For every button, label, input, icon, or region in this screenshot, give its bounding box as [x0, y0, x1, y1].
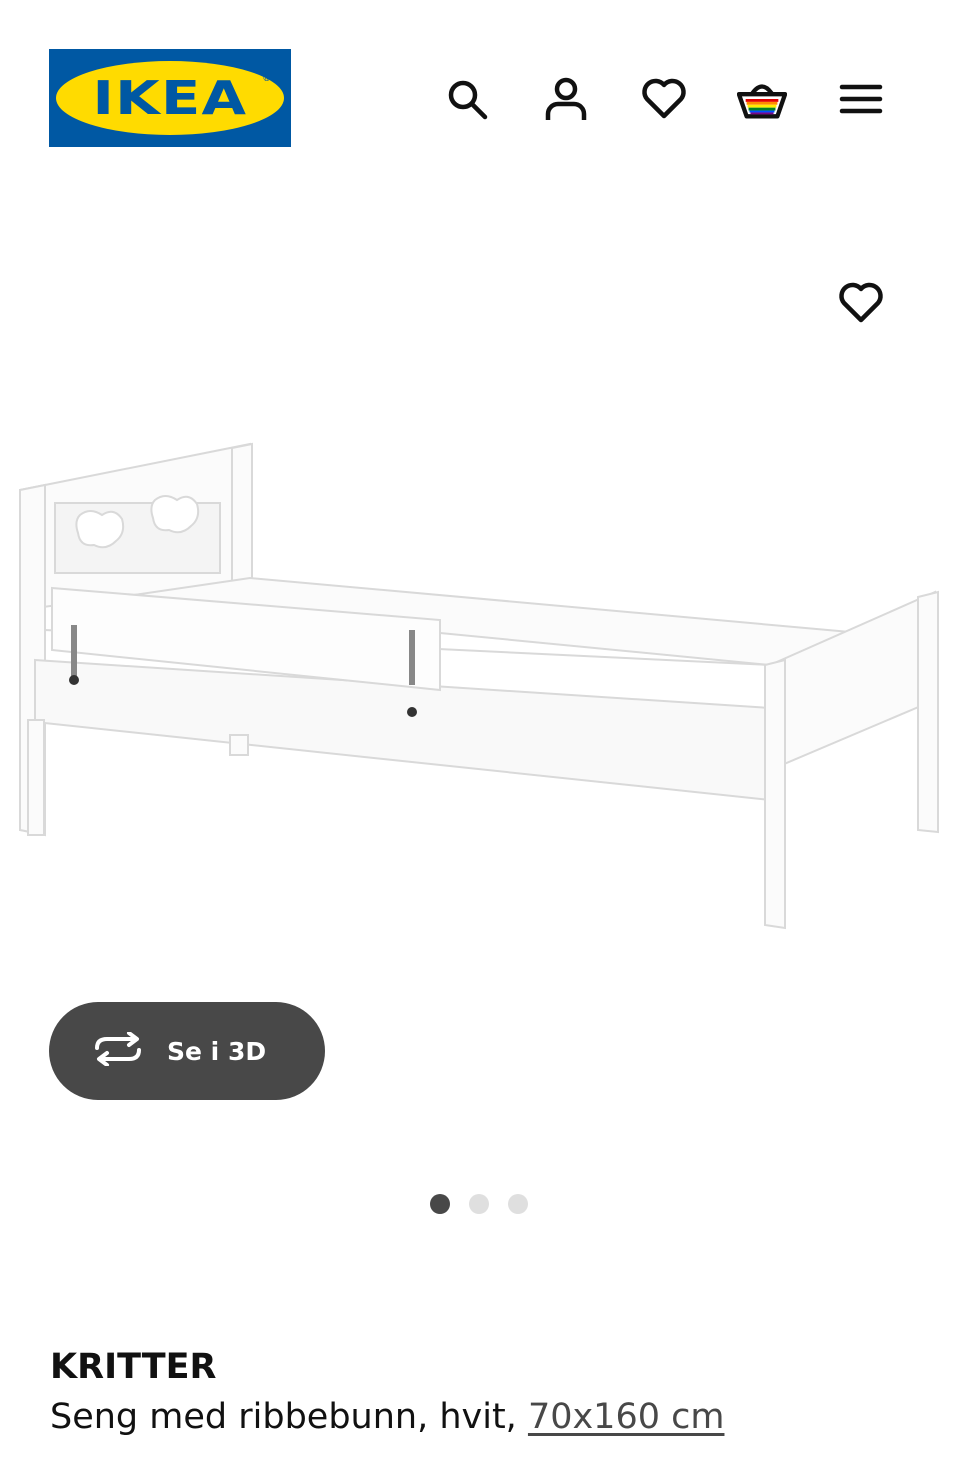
carousel-dot[interactable]	[430, 1194, 450, 1214]
product-name: KRITTER	[50, 1347, 217, 1387]
view-in-3d-label: Se i 3D	[167, 1036, 267, 1066]
carousel-dot[interactable]	[508, 1194, 528, 1214]
image-carousel-indicator	[430, 1194, 528, 1214]
product-description-text: Seng med ribbebunn, hvit,	[50, 1397, 528, 1437]
account-icon[interactable]	[541, 74, 591, 124]
product-size-link[interactable]: 70x160 cm	[528, 1397, 725, 1437]
add-to-favourites-heart-icon[interactable]	[836, 278, 886, 328]
search-icon[interactable]	[442, 74, 492, 124]
favourites-heart-icon[interactable]	[639, 74, 689, 124]
product-page: IKEA ® Se i 3D KRITTER Seng med ribbebun…	[0, 0, 960, 1458]
shopping-basket-icon[interactable]	[737, 74, 787, 124]
carousel-dot[interactable]	[469, 1194, 489, 1214]
menu-hamburger-icon[interactable]	[836, 74, 886, 124]
rotate-3d-icon	[91, 1030, 145, 1071]
ikea-logo[interactable]: IKEA ®	[49, 49, 291, 147]
view-in-3d-button[interactable]: Se i 3D	[49, 1002, 325, 1100]
logo-registered-mark: ®	[263, 73, 270, 83]
product-image[interactable]	[0, 420, 960, 980]
logo-text: IKEA	[92, 71, 248, 125]
logo-oval: IKEA ®	[56, 61, 284, 135]
product-description: Seng med ribbebunn, hvit, 70x160 cm	[50, 1394, 724, 1440]
